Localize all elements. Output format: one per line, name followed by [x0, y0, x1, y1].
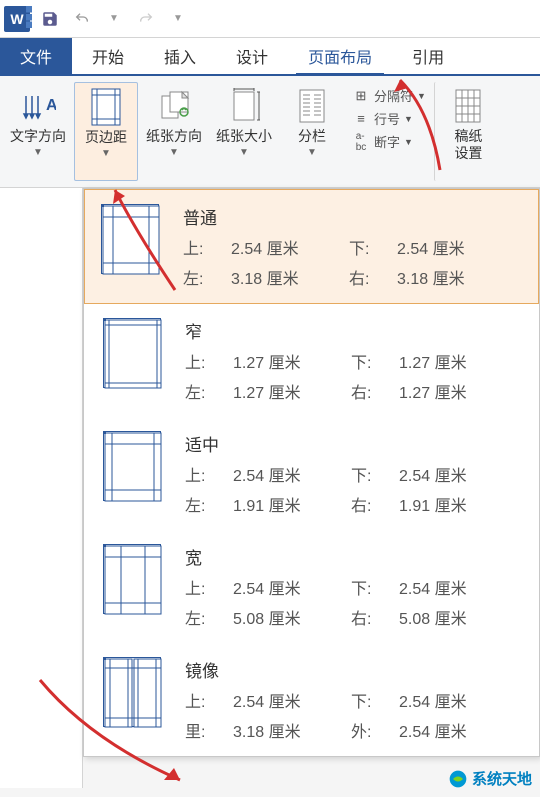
- dropdown-arrow-icon: ▼: [417, 91, 426, 101]
- tab-references[interactable]: 引用: [392, 38, 464, 74]
- manuscript-button[interactable]: 稿纸设置: [434, 82, 498, 181]
- margin-option-normal[interactable]: 普通 上: 2.54 厘米 下: 2.54 厘米 左: 3.18 厘米 右: 3…: [84, 189, 539, 304]
- paper-size-label: 纸张大小: [216, 128, 272, 145]
- margins-button[interactable]: 页边距 ▼: [74, 82, 138, 181]
- margin-left-label: 左:: [183, 265, 223, 289]
- manuscript-label: 稿纸设置: [454, 128, 482, 162]
- margin-left-value: 3.18 厘米: [231, 265, 341, 289]
- dropdown-arrow-icon: ▼: [404, 137, 413, 147]
- margin-option-mirrored[interactable]: 镜像 上: 2.54 厘米 下: 2.54 厘米 里: 3.18 厘米 外: 2…: [84, 643, 539, 756]
- margin-wide-icon: [103, 544, 161, 614]
- columns-icon: [292, 86, 332, 126]
- hyphenation-button[interactable]: a-bc 断字 ▼: [352, 132, 426, 151]
- margin-normal-icon: [101, 204, 159, 274]
- orientation-icon: [154, 86, 194, 126]
- dropdown-arrow-icon: ▼: [101, 148, 111, 159]
- undo-button[interactable]: [70, 7, 94, 31]
- margin-top-label: 上:: [183, 235, 223, 259]
- margin-mirrored-icon: [103, 657, 161, 727]
- breaks-button[interactable]: ⊞ 分隔符 ▼: [352, 86, 426, 105]
- svg-text:A: A: [46, 97, 56, 114]
- margin-bottom-label: 下:: [349, 235, 389, 259]
- tab-design[interactable]: 设计: [216, 38, 288, 74]
- margin-option-title: 宽: [185, 544, 523, 569]
- tab-file[interactable]: 文件: [0, 38, 72, 74]
- text-direction-icon: A: [18, 86, 58, 126]
- line-numbers-label: 行号: [374, 109, 400, 128]
- ribbon-tabs: 文件 开始 插入 设计 页面布局 引用: [0, 38, 540, 76]
- paper-size-icon: [224, 86, 264, 126]
- manuscript-icon: [448, 86, 488, 126]
- dropdown-arrow-icon: ▼: [307, 147, 317, 158]
- margin-option-title: 普通: [183, 204, 522, 229]
- margin-right-value: 3.18 厘米: [397, 265, 507, 289]
- orientation-label: 纸张方向: [146, 128, 202, 145]
- orientation-button[interactable]: 纸张方向 ▼: [140, 82, 208, 181]
- margins-icon: [86, 87, 126, 127]
- redo-button[interactable]: [134, 7, 158, 31]
- dropdown-arrow-icon: ▼: [33, 147, 43, 158]
- margins-label: 页边距: [85, 129, 127, 146]
- margin-moderate-icon: [103, 431, 161, 501]
- margin-bottom-value: 2.54 厘米: [397, 235, 507, 259]
- save-button[interactable]: [38, 7, 62, 31]
- margin-top-value: 2.54 厘米: [231, 235, 341, 259]
- undo-dropdown[interactable]: ▼: [102, 7, 126, 31]
- columns-label: 分栏: [298, 128, 326, 145]
- hyphenation-icon: a-bc: [352, 134, 370, 150]
- margin-option-title: 镜像: [185, 657, 523, 682]
- tab-home[interactable]: 开始: [72, 38, 144, 74]
- line-numbers-button[interactable]: ≡ 行号 ▼: [352, 109, 426, 128]
- margin-option-title: 适中: [185, 431, 523, 456]
- paper-size-button[interactable]: 纸张大小 ▼: [210, 82, 278, 181]
- page-setup-small-group: ⊞ 分隔符 ▼ ≡ 行号 ▼ a-bc 断字 ▼: [346, 82, 432, 181]
- document-area: [0, 188, 83, 788]
- dropdown-arrow-icon: ▼: [404, 114, 413, 124]
- margins-dropdown: 普通 上: 2.54 厘米 下: 2.54 厘米 左: 3.18 厘米 右: 3…: [83, 188, 540, 757]
- qat-customize[interactable]: ▼: [166, 7, 190, 31]
- word-app-icon: W: [4, 6, 30, 32]
- text-direction-button[interactable]: A 文字方向 ▼: [4, 82, 72, 181]
- columns-button[interactable]: 分栏 ▼: [280, 82, 344, 181]
- breaks-label: 分隔符: [374, 86, 413, 105]
- text-direction-label: 文字方向: [10, 128, 66, 145]
- breaks-icon: ⊞: [352, 88, 370, 104]
- dropdown-arrow-icon: ▼: [169, 147, 179, 158]
- hyphenation-label: 断字: [374, 132, 400, 151]
- watermark-icon: [448, 769, 468, 789]
- ribbon: A 文字方向 ▼ 页边距 ▼ 纸张方向 ▼ 纸张大小 ▼ 分栏 ▼ ⊞: [0, 76, 540, 188]
- title-bar: W ▼ ▼: [0, 0, 540, 38]
- tab-insert[interactable]: 插入: [144, 38, 216, 74]
- margin-option-moderate[interactable]: 适中 上: 2.54 厘米 下: 2.54 厘米 左: 1.91 厘米 右: 1…: [84, 417, 539, 530]
- tab-layout[interactable]: 页面布局: [288, 38, 392, 74]
- margin-narrow-icon: [103, 318, 161, 388]
- margin-option-wide[interactable]: 宽 上: 2.54 厘米 下: 2.54 厘米 左: 5.08 厘米 右: 5.…: [84, 530, 539, 643]
- dropdown-arrow-icon: ▼: [239, 147, 249, 158]
- line-numbers-icon: ≡: [352, 111, 370, 127]
- margin-option-title: 窄: [185, 318, 523, 343]
- margin-right-label: 右:: [349, 265, 389, 289]
- watermark: 系统天地: [448, 768, 532, 789]
- margin-option-narrow[interactable]: 窄 上: 1.27 厘米 下: 1.27 厘米 左: 1.27 厘米 右: 1.…: [84, 304, 539, 417]
